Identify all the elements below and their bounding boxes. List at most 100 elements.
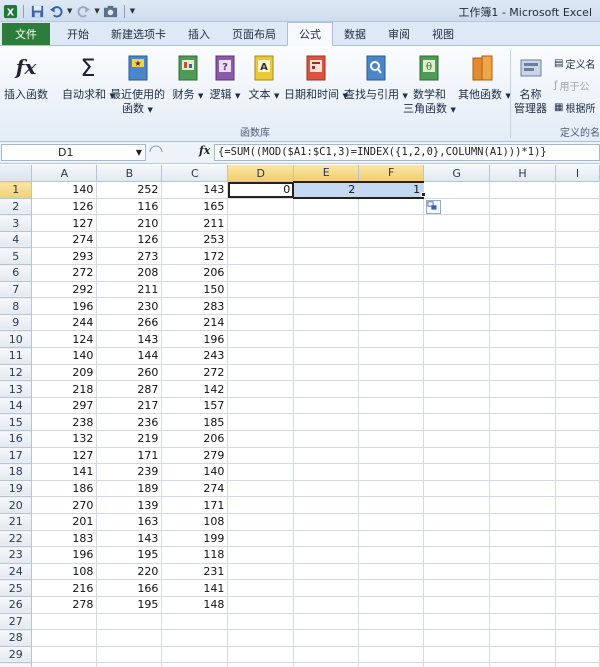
cell-f[interactable] — [358, 430, 425, 448]
row-header[interactable]: 13 — [0, 380, 33, 398]
cell-h[interactable] — [489, 214, 557, 232]
cell-b[interactable]: 273 — [96, 247, 163, 266]
cell-b[interactable]: 171 — [96, 447, 163, 465]
cell-e[interactable] — [293, 546, 360, 564]
cell-g[interactable] — [423, 181, 491, 199]
cell-i[interactable] — [555, 629, 600, 647]
formula-bar-toggle-icon[interactable] — [148, 145, 164, 160]
cell-d[interactable] — [227, 496, 295, 514]
cell-b[interactable]: 230 — [96, 297, 163, 315]
cell-f[interactable] — [358, 198, 425, 216]
cell-c[interactable]: 206 — [161, 430, 229, 448]
cell-b[interactable]: 252 — [96, 181, 163, 199]
customize-qat-icon[interactable]: ▼ — [130, 7, 135, 15]
cell-h[interactable] — [489, 563, 557, 581]
cell-e[interactable] — [293, 330, 360, 349]
cell-h[interactable] — [489, 546, 557, 564]
cell-h[interactable] — [489, 314, 557, 332]
cell-a[interactable]: 297 — [31, 397, 98, 415]
cell-e[interactable] — [293, 413, 360, 431]
cell-b[interactable]: 143 — [96, 330, 163, 349]
cell-b[interactable] — [96, 629, 163, 647]
cell-b[interactable]: 208 — [96, 264, 163, 282]
cell-b[interactable]: 219 — [96, 430, 163, 448]
cell-g[interactable] — [423, 264, 491, 282]
cell-f[interactable] — [358, 247, 425, 266]
cell-b[interactable]: 139 — [96, 496, 163, 514]
row-header[interactable]: 24 — [0, 563, 33, 581]
column-header-f[interactable]: F — [358, 165, 425, 183]
cell-g[interactable] — [423, 330, 491, 349]
cell-i[interactable] — [555, 247, 600, 266]
select-all-corner[interactable] — [0, 165, 33, 183]
cell-h[interactable] — [489, 264, 557, 282]
cell-b[interactable]: 143 — [96, 530, 163, 548]
tab-insert[interactable]: 插入 — [177, 23, 221, 45]
cell-a[interactable]: 183 — [31, 530, 98, 548]
cell-h[interactable] — [489, 330, 557, 349]
financial-button[interactable]: 财务 ▼ — [172, 50, 204, 103]
cell-c[interactable]: 172 — [161, 247, 229, 266]
cell-f[interactable] — [358, 413, 425, 431]
cell-b[interactable] — [96, 613, 163, 631]
cell-d[interactable] — [227, 463, 295, 481]
cell-c[interactable]: 165 — [161, 198, 229, 216]
cell-f[interactable] — [358, 297, 425, 315]
cell-c[interactable]: 142 — [161, 380, 229, 398]
cell-a[interactable]: 186 — [31, 480, 98, 498]
cell-a[interactable]: 244 — [31, 314, 98, 332]
cell-h[interactable] — [489, 380, 557, 398]
cell-c[interactable]: 143 — [161, 181, 229, 199]
cell-g[interactable] — [423, 380, 491, 398]
cell-b[interactable]: 163 — [96, 513, 163, 531]
cell-d[interactable] — [227, 198, 295, 216]
cell-g[interactable] — [423, 430, 491, 448]
cell-e[interactable] — [293, 364, 360, 382]
cell-e[interactable] — [293, 380, 360, 398]
cell-b[interactable]: 126 — [96, 231, 163, 249]
cell-c[interactable]: 211 — [161, 214, 229, 232]
cell-e[interactable] — [293, 646, 360, 664]
cell-h[interactable] — [489, 480, 557, 498]
cell-d[interactable] — [227, 530, 295, 548]
cell-i[interactable] — [555, 347, 600, 365]
fill-handle[interactable] — [421, 192, 426, 197]
cell-i[interactable] — [555, 579, 600, 597]
cell-i[interactable] — [555, 662, 600, 667]
cell-g[interactable] — [423, 546, 491, 564]
name-box-dropdown-icon[interactable]: ▼ — [136, 145, 142, 160]
use-in-formula-button[interactable]: ƒ 用于公 — [554, 78, 590, 93]
datetime-button[interactable]: 日期和时间 ▼ — [284, 50, 348, 103]
auto-fill-options-icon[interactable] — [426, 200, 441, 214]
cell-f[interactable] — [358, 214, 425, 232]
cell-d[interactable]: 0 — [227, 181, 295, 199]
cell-h[interactable] — [489, 181, 557, 199]
cell-b[interactable]: 260 — [96, 364, 163, 382]
cell-g[interactable] — [423, 662, 491, 667]
cell-f[interactable] — [358, 364, 425, 382]
cell-a[interactable]: 216 — [31, 579, 98, 597]
row-header[interactable]: 29 — [0, 646, 33, 664]
cell-e[interactable] — [293, 662, 360, 667]
cell-c[interactable]: 141 — [161, 579, 229, 597]
cell-f[interactable] — [358, 347, 425, 365]
cell-b[interactable]: 239 — [96, 463, 163, 481]
cell-i[interactable] — [555, 447, 600, 465]
row-header[interactable]: 6 — [0, 264, 33, 282]
cell-i[interactable] — [555, 231, 600, 249]
cell-i[interactable] — [555, 264, 600, 282]
cell-a[interactable] — [31, 613, 98, 631]
cell-b[interactable]: 217 — [96, 397, 163, 415]
cell-e[interactable] — [293, 496, 360, 514]
cell-c[interactable]: 206 — [161, 264, 229, 282]
cell-c[interactable]: 272 — [161, 364, 229, 382]
row-header[interactable]: 26 — [0, 596, 33, 614]
cell-d[interactable] — [227, 247, 295, 266]
cell-b[interactable]: 195 — [96, 546, 163, 564]
more-functions-button[interactable]: 其他函数 ▼ — [458, 50, 511, 103]
cell-a[interactable]: 292 — [31, 281, 98, 299]
cell-c[interactable]: 150 — [161, 281, 229, 299]
cell-i[interactable] — [555, 546, 600, 564]
cell-a[interactable]: 274 — [31, 231, 98, 249]
cell-g[interactable] — [423, 364, 491, 382]
